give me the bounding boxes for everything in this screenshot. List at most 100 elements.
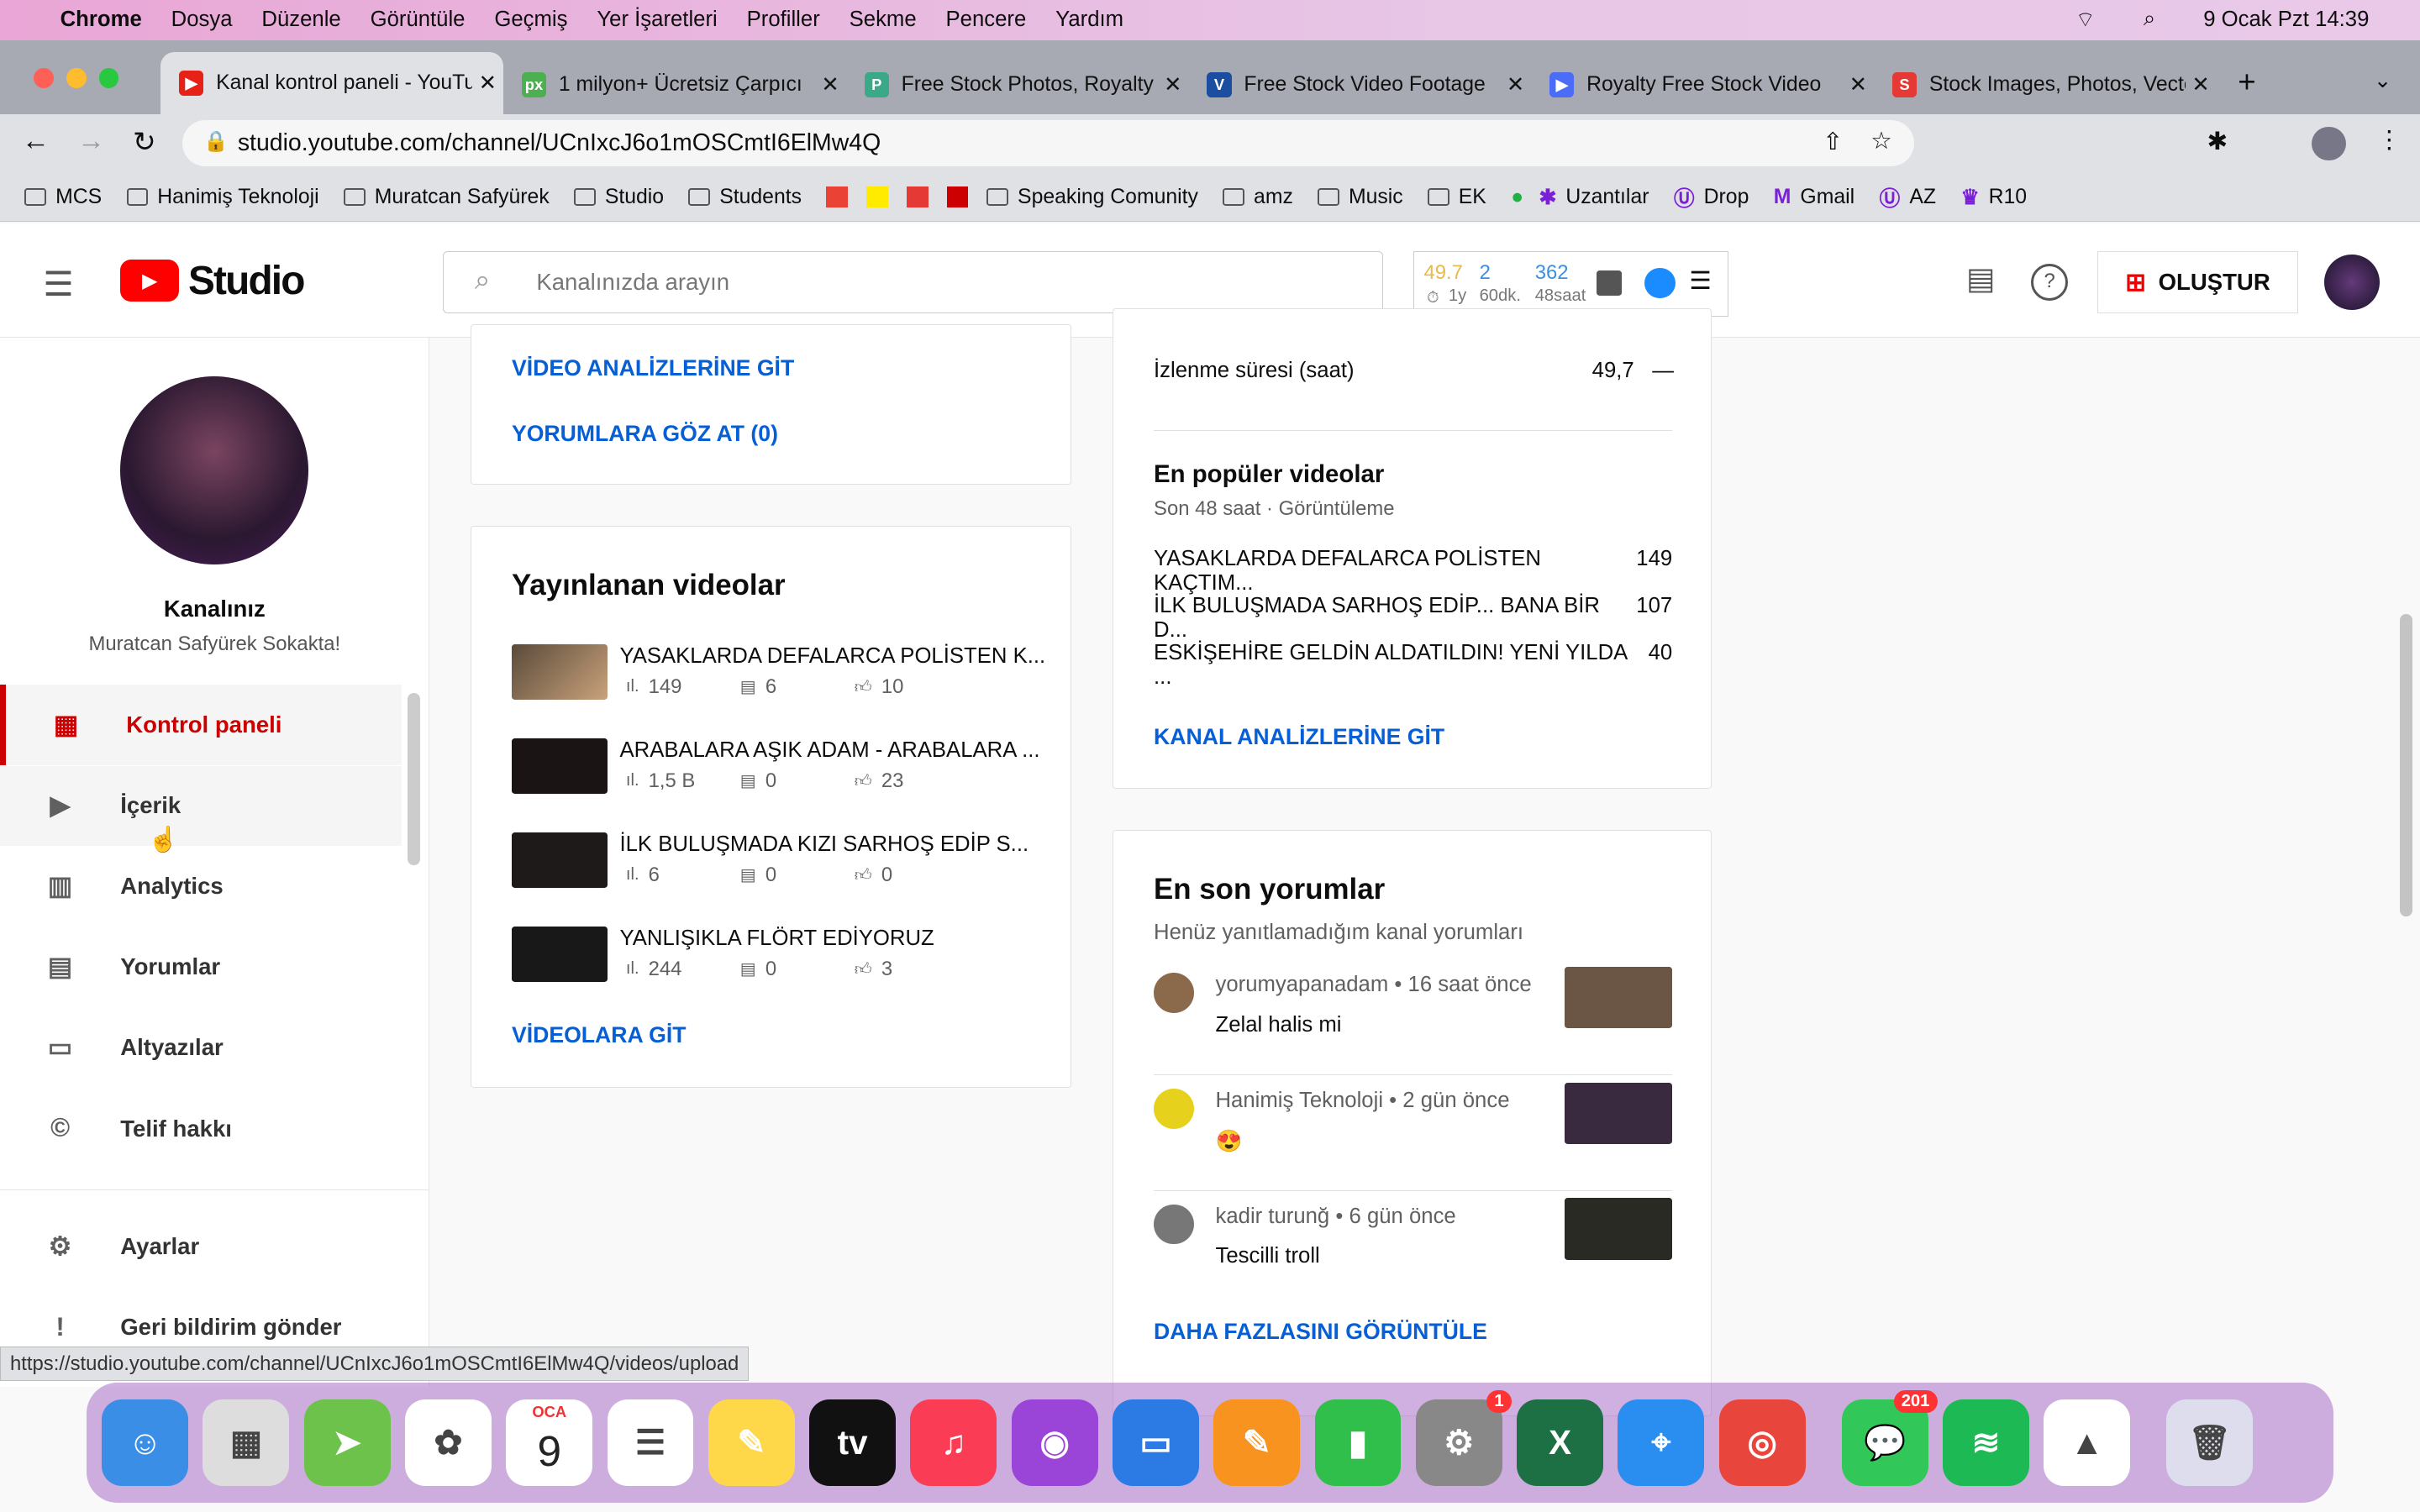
browser-tab[interactable]: S Stock Images, Photos, Vectors ✕	[1874, 55, 2217, 114]
sidebar-item-comments[interactable]: ▤ Yorumlar	[0, 927, 402, 1008]
hamburger-menu-icon[interactable]: ☰	[43, 264, 73, 304]
comment-item[interactable]: kadir turunğ • 6 gün önce Tescilli troll	[1154, 1198, 1673, 1300]
commenter-avatar[interactable]	[1154, 973, 1194, 1013]
bookmark-item[interactable]: M Gmail	[1774, 186, 1854, 209]
bookmark-item[interactable]: Ⓤ AZ	[1880, 182, 1936, 213]
widget-menu-icon[interactable]: ☰	[1689, 266, 1711, 296]
view-comments-link[interactable]: YORUMLARA GÖZ AT (0)	[512, 421, 778, 447]
bookmark-item[interactable]: EK	[1428, 186, 1486, 209]
studio-logo[interactable]: ▶ Studio	[120, 258, 305, 304]
help-icon[interactable]: ?	[2031, 264, 2069, 302]
chrome-menu-icon[interactable]: ⋮	[2377, 125, 2402, 155]
comment-video-thumbnail[interactable]	[1564, 1082, 1673, 1144]
bookmark-favicon-icon[interactable]	[866, 186, 888, 208]
url-text[interactable]: studio.youtube.com/channel/UCnIxcJ6o1mOS…	[238, 129, 881, 157]
vidiq-icon[interactable]	[1644, 267, 1676, 299]
sidebar-item-content[interactable]: ▶ İçerik	[0, 765, 402, 847]
bookmark-item[interactable]: Ⓤ Drop	[1674, 182, 1749, 213]
top-video-row[interactable]: ESKİŞEHİRE GELDİN ALDATILDIN! YENİ YILDA…	[1154, 641, 1672, 690]
video-row[interactable]: İLK BULUŞMADA KIZI SARHOŞ EDİP S... ıl. 6 ▤…	[511, 832, 1036, 894]
dock-launchpad-icon[interactable]: ▦	[203, 1399, 290, 1486]
back-button[interactable]: ←	[22, 125, 50, 157]
sidebar-item-settings[interactable]: ⚙ Ayarlar	[0, 1206, 402, 1287]
video-title[interactable]: İLK BULUŞMADA KIZI SARHOŞ EDİP S...	[620, 832, 1029, 857]
video-row[interactable]: YASAKLARDA DEFALARCA POLİSTEN K... ıl. 149…	[511, 643, 1045, 706]
dock-pages-icon[interactable]: ✎	[1213, 1399, 1301, 1486]
dock-numbers-icon[interactable]: ▮	[1314, 1399, 1402, 1486]
dock-chrome-icon[interactable]: ◎	[1718, 1399, 1806, 1486]
menu-app[interactable]: Chrome	[60, 8, 142, 32]
close-window-button[interactable]	[34, 67, 55, 88]
sidebar-item-dashboard[interactable]: ▦ Kontrol paneli	[0, 685, 402, 765]
browser-tab[interactable]: V Free Stock Video Footage ✕	[1188, 55, 1531, 114]
menu-profiller[interactable]: Profiller	[747, 8, 820, 32]
tab-close-icon[interactable]: ✕	[815, 72, 846, 97]
bookmark-item[interactable]: Music	[1318, 186, 1403, 209]
stats-widget[interactable]: 49.7 ⏱ 1y 2 60dk. 362 48saat ☰	[1413, 251, 1729, 317]
dock-excel-icon[interactable]: X	[1517, 1399, 1603, 1486]
go-to-videos-link[interactable]: VİDEOLARA GİT	[512, 1022, 687, 1048]
channel-name[interactable]: Muratcan Safyürek Sokakta!	[0, 633, 429, 656]
top-video-title[interactable]: YASAKLARDA DEFALARCA POLİSTEN KAÇTIM...	[1154, 547, 1636, 596]
tab-search-chevron-icon[interactable]: ⌄	[2374, 68, 2392, 93]
comment-video-thumbnail[interactable]	[1564, 1198, 1673, 1260]
account-avatar[interactable]	[2324, 255, 2381, 311]
dock-reminders-icon[interactable]: ☰	[607, 1399, 694, 1486]
dock-spotify-icon[interactable]: ≋	[1942, 1399, 2029, 1486]
new-tab-button[interactable]: +	[2238, 65, 2255, 100]
dock-safari-icon[interactable]: ⌖	[1618, 1399, 1705, 1486]
bookmark-item[interactable]: ♛ R10	[1960, 185, 2027, 210]
dock-photos-icon[interactable]: ✿	[405, 1399, 492, 1486]
video-thumbnail[interactable]	[511, 832, 608, 889]
dock-music-icon[interactable]: ♫	[910, 1399, 997, 1486]
commenter-avatar[interactable]	[1154, 1204, 1194, 1245]
bookmark-item[interactable]: Students	[688, 186, 802, 209]
top-video-row[interactable]: YASAKLARDA DEFALARCA POLİSTEN KAÇTIM... 1…	[1154, 547, 1672, 596]
dock-google-drive-icon[interactable]: ▲	[2044, 1399, 2131, 1486]
dock-apple-tv-icon[interactable]: tv	[809, 1399, 897, 1486]
tab-close-icon[interactable]: ✕	[472, 71, 503, 96]
bookmark-item[interactable]: amz	[1223, 186, 1293, 209]
extensions-icon[interactable]: ✱	[2207, 127, 2228, 156]
menu-duzenle[interactable]: Düzenle	[261, 8, 340, 32]
menu-goruntule[interactable]: Görüntüle	[371, 8, 466, 32]
bookmark-item[interactable]: ✱ Uzantılar	[1539, 185, 1649, 210]
minimize-window-button[interactable]	[66, 67, 87, 88]
comment-video-thumbnail[interactable]	[1564, 966, 1673, 1029]
dock-finder-icon[interactable]: ☺	[102, 1399, 189, 1486]
bookmark-item[interactable]: Speaking Comunity	[986, 186, 1198, 209]
sidebar-item-subtitles[interactable]: ▭ Altyazılar	[0, 1008, 402, 1089]
sidebar-item-copyright[interactable]: © Telif hakkı	[0, 1089, 402, 1169]
video-thumbnail[interactable]	[511, 738, 608, 795]
reload-button[interactable]: ↻	[133, 125, 156, 159]
browser-tab[interactable]: ▶ Kanal kontrol paneli - YouTube Studio✕	[160, 52, 503, 114]
sidebar-scrollbar[interactable]	[407, 692, 420, 866]
menu-pencere[interactable]: Pencere	[946, 8, 1027, 32]
bookmark-favicon-icon[interactable]	[826, 186, 849, 208]
dock-podcasts-icon[interactable]: ◉	[1011, 1399, 1098, 1486]
browser-tab[interactable]: ▶ Royalty Free Stock Video ✕	[1531, 55, 1874, 114]
top-video-title[interactable]: ESKİŞEHİRE GELDİN ALDATILDIN! YENİ YILDA…	[1154, 641, 1649, 690]
video-thumbnail[interactable]	[511, 643, 608, 700]
video-row[interactable]: YANLIŞIKLA FLÖRT EDİYORUZ ıl. 244 ▤ 0 👍︎ 3	[511, 927, 1036, 988]
dock-trash-icon[interactable]: 🗑	[2166, 1399, 2254, 1486]
video-title[interactable]: YANLIŞIKLA FLÖRT EDİYORUZ	[620, 927, 934, 951]
bookmark-star-icon[interactable]: ☆	[1870, 127, 1892, 155]
channel-analytics-link[interactable]: KANAL ANALİZLERİNE GİT	[1154, 724, 1444, 750]
dock-system-preferences-icon[interactable]: ⚙ 1	[1415, 1389, 1512, 1486]
bookmark-item[interactable]: Hanimiş Teknoloji	[126, 186, 319, 209]
menu-yer-isaretleri[interactable]: Yer İşaretleri	[597, 8, 717, 32]
browser-tab[interactable]: P Free Stock Photos, Royalty ✕	[846, 55, 1189, 114]
bookmark-item[interactable]: Studio	[574, 186, 664, 209]
comment-item[interactable]: Hanimiş Teknoloji • 2 gün önce 😍	[1154, 1082, 1673, 1191]
share-icon[interactable]: ⇧	[1823, 128, 1843, 156]
address-bar[interactable]: 🔒 studio.youtube.com/channel/UCnIxcJ6o1m…	[182, 120, 1914, 167]
dock-notes-icon[interactable]: ✎	[708, 1399, 795, 1486]
video-title[interactable]: YASAKLARDA DEFALARCA POLİSTEN K...	[620, 644, 1046, 669]
bookmark-item[interactable]: Muratcan Safyürek	[344, 186, 550, 209]
bookmark-favicon-icon[interactable]	[946, 186, 969, 208]
top-video-row[interactable]: İLK BULUŞMADA SARHOŞ EDİP... BANA BİR D.…	[1154, 594, 1672, 643]
comment-item[interactable]: yorumyapanadam • 16 saat önce Zelal halis…	[1154, 966, 1673, 1075]
menu-sekme[interactable]: Sekme	[850, 8, 917, 32]
tab-close-icon[interactable]: ✕	[1843, 72, 1874, 97]
